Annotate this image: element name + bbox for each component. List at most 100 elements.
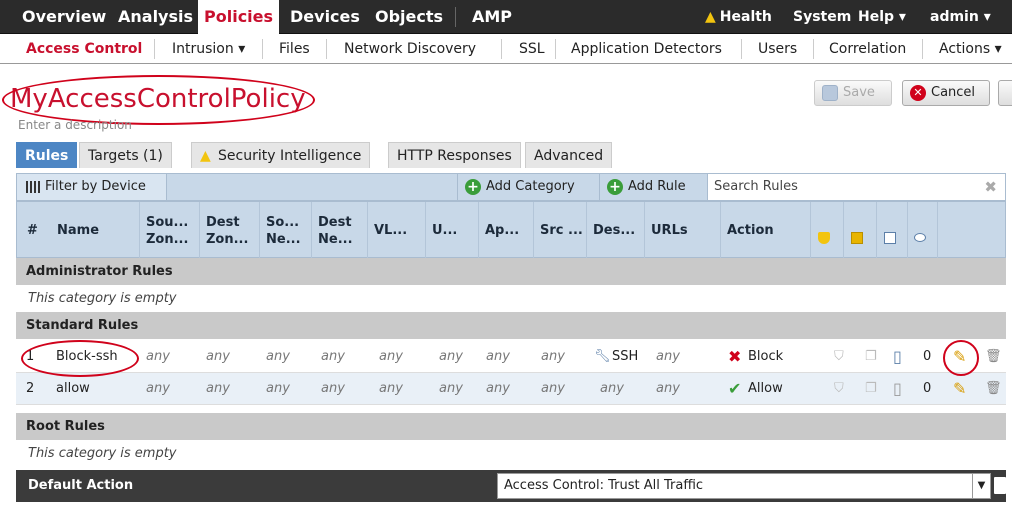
rule-users: any bbox=[439, 349, 463, 364]
col-file[interactable] bbox=[843, 202, 876, 259]
shield-icon[interactable]: ⛉ bbox=[834, 341, 844, 373]
comment-count[interactable]: 0 bbox=[923, 341, 931, 373]
rule-users: any bbox=[439, 381, 463, 396]
col-comments[interactable] bbox=[907, 202, 937, 259]
nav-overview[interactable]: Overview bbox=[22, 0, 106, 34]
save-button[interactable]: Save bbox=[814, 80, 892, 106]
default-action-bar: Default Action Access Control: Trust All… bbox=[16, 470, 1006, 502]
subnav-access-control[interactable]: Access Control bbox=[26, 34, 142, 64]
subnav-divider bbox=[922, 39, 923, 59]
rule-applications: any bbox=[486, 349, 510, 364]
default-action-select[interactable]: Access Control: Trust All Traffic ▼ bbox=[497, 473, 991, 499]
rule-dest-ports: any bbox=[600, 381, 624, 396]
description-field[interactable]: Enter a description bbox=[18, 118, 132, 132]
subnav-network-discovery[interactable]: Network Discovery bbox=[344, 34, 476, 64]
tab-advanced[interactable]: Advanced bbox=[525, 142, 613, 168]
rule-number: 2 bbox=[26, 381, 35, 396]
rule-dest-zone: any bbox=[206, 349, 230, 364]
subnav-files[interactable]: Files bbox=[279, 34, 310, 64]
category-administrator-rules[interactable]: Administrator Rules bbox=[16, 258, 1006, 285]
rule-action: Block bbox=[748, 349, 784, 364]
comment-count[interactable]: 0 bbox=[923, 373, 931, 405]
rule-source-ports: any bbox=[541, 381, 565, 396]
cancel-button[interactable]: ✕ Cancel bbox=[902, 80, 990, 106]
shield-icon[interactable]: ⛉ bbox=[834, 373, 844, 405]
table-row[interactable]: 1 Block-ssh any any any any any any any … bbox=[16, 341, 1006, 373]
sub-nav: Access Control Intrusion ▾ Files Network… bbox=[0, 34, 1012, 64]
nav-separator bbox=[455, 7, 456, 27]
add-rule-button[interactable]: + Add Rule bbox=[599, 174, 707, 200]
delete-icon[interactable]: 🗑︎ bbox=[985, 341, 1002, 373]
more-button[interactable] bbox=[998, 80, 1012, 106]
tab-rules[interactable]: Rules bbox=[16, 142, 78, 168]
nav-policies[interactable]: Policies bbox=[198, 0, 280, 34]
nav-analysis[interactable]: Analysis bbox=[118, 0, 193, 34]
category-standard-rules[interactable]: Standard Rules bbox=[16, 312, 1006, 339]
col-source-networks[interactable]: So... Ne... bbox=[259, 202, 311, 259]
delete-icon[interactable]: 🗑︎ bbox=[985, 373, 1002, 405]
warning-icon: ▲ bbox=[200, 148, 211, 164]
category-empty-text: This category is empty bbox=[16, 285, 1006, 312]
col-source-zones[interactable]: Sou... Zon... bbox=[139, 202, 199, 259]
rule-vlan: any bbox=[379, 381, 403, 396]
copy-icon[interactable]: ❐ bbox=[865, 341, 877, 373]
nav-amp[interactable]: AMP bbox=[472, 0, 512, 34]
nav-system[interactable]: System bbox=[793, 0, 851, 34]
nav-objects[interactable]: Objects bbox=[375, 0, 443, 34]
subnav-ssl[interactable]: SSL bbox=[519, 34, 545, 64]
highlight-circle bbox=[943, 340, 979, 376]
subnav-divider bbox=[262, 39, 263, 59]
col-logging[interactable] bbox=[876, 202, 907, 259]
add-category-button[interactable]: + Add Category bbox=[457, 174, 599, 200]
col-applications[interactable]: Ap... bbox=[478, 202, 533, 259]
log-icon[interactable] bbox=[994, 477, 1006, 494]
col-source-ports[interactable]: Src ... bbox=[533, 202, 586, 259]
filter-device-icon bbox=[26, 181, 40, 193]
nav-devices[interactable]: Devices bbox=[290, 0, 360, 34]
tab-targets[interactable]: Targets (1) bbox=[79, 142, 172, 168]
cancel-icon: ✕ bbox=[910, 85, 926, 101]
dropdown-arrow-icon[interactable]: ▼ bbox=[972, 474, 990, 498]
rule-dest-ports: SSH bbox=[612, 349, 639, 364]
log-icon[interactable]: ▯ bbox=[893, 341, 902, 373]
nav-help[interactable]: Help ▾ bbox=[858, 0, 906, 34]
nav-user-menu[interactable]: admin ▾ bbox=[930, 0, 991, 34]
col-actions bbox=[937, 202, 1005, 259]
rules-toolbar: Filter by Device + Add Category + Add Ru… bbox=[16, 173, 1006, 201]
add-icon: + bbox=[607, 179, 623, 195]
col-name[interactable]: Name bbox=[47, 202, 139, 259]
col-intrusion[interactable] bbox=[810, 202, 843, 259]
subnav-intrusion[interactable]: Intrusion ▾ bbox=[172, 34, 245, 64]
rule-urls: any bbox=[656, 381, 680, 396]
save-icon bbox=[822, 85, 838, 101]
table-row[interactable]: 2 allow any any any any any any any any … bbox=[16, 373, 1006, 405]
copy-icon[interactable]: ❐ bbox=[865, 373, 877, 405]
col-users[interactable]: U... bbox=[425, 202, 478, 259]
col-num[interactable]: # bbox=[17, 202, 47, 259]
subnav-users[interactable]: Users bbox=[758, 34, 797, 64]
subnav-divider bbox=[154, 39, 155, 59]
col-urls[interactable]: URLs bbox=[644, 202, 720, 259]
subnav-divider bbox=[813, 39, 814, 59]
clear-search-icon[interactable]: ✖ bbox=[984, 174, 997, 200]
subnav-application-detectors[interactable]: Application Detectors bbox=[571, 34, 722, 64]
log-icon[interactable]: ▯ bbox=[893, 373, 902, 405]
col-dest-zones[interactable]: Dest Zon... bbox=[199, 202, 259, 259]
col-action[interactable]: Action bbox=[720, 202, 810, 259]
filter-by-device-button[interactable]: Filter by Device bbox=[17, 174, 167, 200]
subnav-divider bbox=[501, 39, 502, 59]
block-x-icon: ✖ bbox=[728, 347, 742, 366]
category-root-rules[interactable]: Root Rules bbox=[16, 413, 1006, 440]
col-vlan[interactable]: VL... bbox=[367, 202, 425, 259]
subnav-actions[interactable]: Actions ▾ bbox=[939, 34, 1002, 64]
edit-pencil-icon[interactable]: ✎ bbox=[953, 373, 966, 405]
rule-source-zone: any bbox=[146, 381, 170, 396]
tab-security-intelligence[interactable]: ▲ Security Intelligence bbox=[191, 142, 371, 168]
rule-name[interactable]: allow bbox=[56, 373, 90, 405]
col-dest-networks[interactable]: Dest Ne... bbox=[311, 202, 367, 259]
tab-http-responses[interactable]: HTTP Responses bbox=[388, 142, 521, 168]
col-dest-ports[interactable]: Des... bbox=[586, 202, 644, 259]
nav-health[interactable]: ▲ Health bbox=[705, 0, 772, 34]
search-rules-input[interactable]: Search Rules ✖ bbox=[707, 174, 1005, 200]
subnav-correlation[interactable]: Correlation bbox=[829, 34, 906, 64]
